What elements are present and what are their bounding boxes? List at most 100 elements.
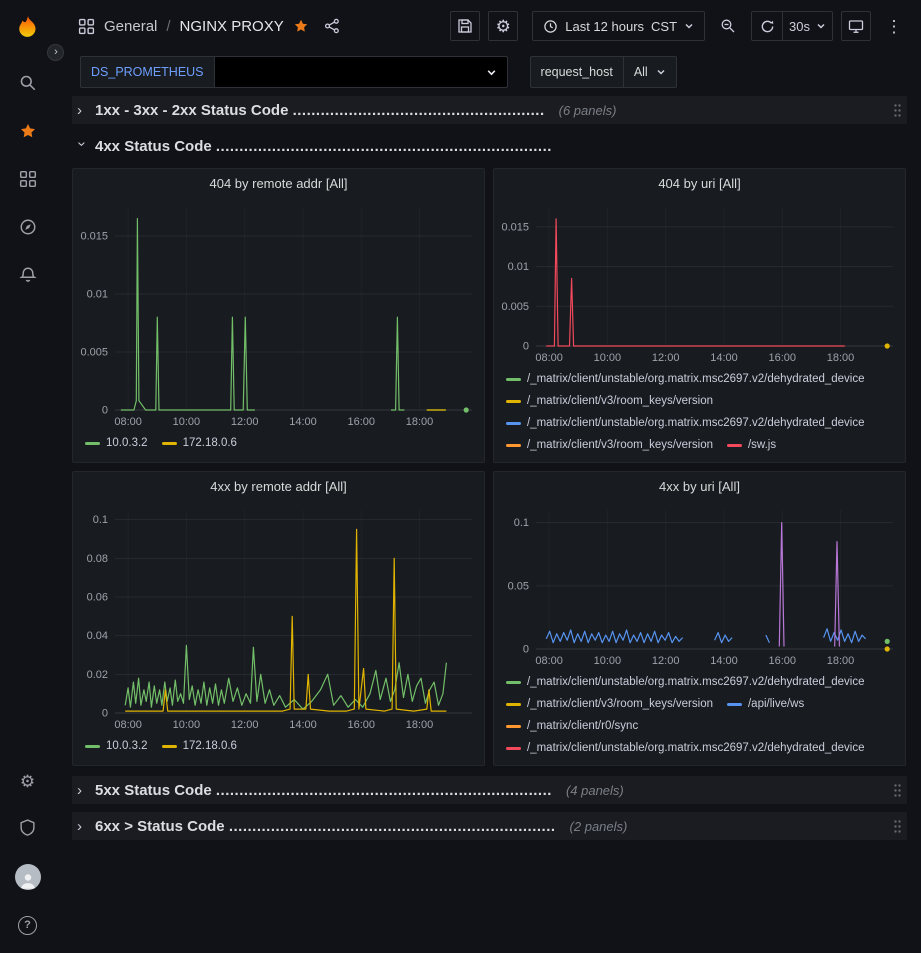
breadcrumb: General / NGINX PROXY [78, 18, 340, 35]
sidebar-item-profile[interactable] [8, 857, 48, 897]
row-1xx-3xx-2xx[interactable]: › 1xx - 3xx - 2xx Status Code ..........… [72, 96, 907, 124]
legend-item[interactable]: 10.0.3.2 [85, 437, 148, 449]
svg-text:10:00: 10:00 [173, 416, 201, 428]
legend-item[interactable]: 172.18.0.6 [162, 437, 237, 449]
chevron-down-icon: › [75, 141, 90, 151]
sidebar-item-alerting[interactable] [8, 256, 48, 296]
time-series-chart[interactable]: 00.050.108:0010:0012:0014:0016:0018:00 [494, 500, 905, 669]
time-range-picker[interactable]: Last 12 hours CST [532, 11, 705, 41]
refresh-button[interactable] [752, 12, 782, 40]
legend-series-label: 10.0.3.2 [106, 437, 148, 449]
legend-item[interactable]: /_matrix/client/unstable/org.matrix.msc2… [506, 417, 865, 429]
row-panel-count: (6 panels) [559, 103, 617, 118]
row-panel-count: (4 panels) [566, 783, 624, 798]
breadcrumb-separator: / [166, 18, 170, 35]
row-5xx[interactable]: › 5xx Status Code ......................… [72, 776, 907, 804]
save-dashboard-button[interactable] [450, 11, 480, 41]
sidebar-item-starred[interactable] [8, 112, 48, 152]
svg-text:0.015: 0.015 [80, 231, 108, 243]
svg-text:0.05: 0.05 [508, 580, 529, 592]
tv-mode-button[interactable] [841, 11, 871, 41]
sidebar-item-server-admin[interactable] [8, 809, 48, 849]
dashboard-settings-button[interactable]: ⚙ [488, 11, 518, 41]
dashboard-title[interactable]: NGINX PROXY [180, 18, 284, 35]
legend-series-label: /api/live/ws [748, 698, 804, 710]
legend-item[interactable]: /sw.js [727, 439, 776, 451]
legend-item[interactable]: /_matrix/client/v3/room_keys/version [506, 439, 713, 451]
dashboard-canvas: › 1xx - 3xx - 2xx Status Code ..........… [55, 92, 921, 953]
monitor-icon [848, 18, 864, 34]
legend-item[interactable]: /_matrix/client/v3/room_keys/version [506, 698, 713, 710]
row-4xx[interactable]: › 4xx Status Code ......................… [72, 132, 907, 160]
svg-text:08:00: 08:00 [535, 655, 563, 667]
legend-item[interactable]: /_matrix/client/unstable/org.matrix.msc2… [506, 742, 865, 754]
svg-text:0: 0 [102, 708, 108, 720]
sidebar-item-configuration[interactable]: ⚙ [8, 761, 48, 801]
legend-item[interactable]: /_matrix/client/r0/sync [506, 720, 638, 732]
svg-text:0.015: 0.015 [501, 221, 529, 233]
legend-item[interactable]: 172.18.0.6 [162, 740, 237, 752]
svg-text:16:00: 16:00 [768, 655, 796, 667]
zoom-out-button[interactable] [713, 11, 743, 41]
chart-legend: /_matrix/client/unstable/org.matrix.msc2… [494, 669, 905, 765]
star-icon [19, 122, 37, 143]
save-icon [457, 18, 473, 34]
kebab-icon: ⋮ [886, 18, 903, 35]
legend-series-label: 172.18.0.6 [183, 740, 237, 752]
legend-series-color [506, 400, 521, 403]
sidebar-item-explore[interactable] [8, 208, 48, 248]
legend-item[interactable]: /api/live/ws [727, 698, 804, 710]
refresh-interval-label: 30s [789, 19, 810, 34]
row-title: 1xx - 3xx - 2xx Status Code ............… [95, 102, 545, 119]
sidebar-item-dashboards[interactable] [8, 160, 48, 200]
variable-request-host-label[interactable]: request_host [530, 56, 624, 88]
legend-item[interactable]: /_matrix/client/unstable/org.matrix.msc2… [506, 676, 865, 688]
legend-item[interactable]: /_matrix/client/unstable/org.matrix.msc2… [506, 373, 865, 385]
time-series-chart[interactable]: 00.0050.010.01508:0010:0012:0014:0016:00… [73, 197, 484, 430]
svg-text:10:00: 10:00 [173, 719, 201, 731]
legend-item[interactable]: 10.0.3.2 [85, 740, 148, 752]
apps-grid-icon[interactable] [78, 18, 95, 35]
legend-series-color [506, 747, 521, 750]
legend-series-color [727, 444, 742, 447]
panel-title[interactable]: 4xx by remote addr [All] [73, 472, 484, 500]
kebab-menu-button[interactable]: ⋮ [879, 11, 909, 41]
svg-text:0.01: 0.01 [87, 289, 108, 301]
svg-text:08:00: 08:00 [535, 352, 563, 364]
drag-handle-icon[interactable] [893, 103, 902, 118]
drag-handle-icon[interactable] [893, 819, 902, 834]
row-title: 5xx Status Code ........................… [95, 782, 552, 799]
drag-handle-icon[interactable] [893, 783, 902, 798]
sidebar-item-search[interactable] [8, 64, 48, 104]
grafana-logo[interactable] [13, 8, 43, 52]
sidebar-expand-button[interactable]: › [47, 44, 64, 61]
breadcrumb-folder[interactable]: General [104, 18, 157, 35]
panel-title[interactable]: 404 by uri [All] [494, 169, 905, 197]
svg-text:08:00: 08:00 [114, 719, 142, 731]
chevron-right-icon: › [77, 783, 87, 798]
panel-title[interactable]: 404 by remote addr [All] [73, 169, 484, 197]
chart-legend: 10.0.3.2 172.18.0.6 [73, 430, 484, 462]
refresh-interval-dropdown[interactable]: 30s [782, 12, 832, 40]
clock-icon [543, 19, 558, 34]
variable-request-host-value[interactable]: All [624, 56, 677, 88]
variable-ds-prometheus-label[interactable]: DS_PROMETHEUS [80, 56, 214, 88]
legend-series-color [727, 703, 742, 706]
share-icon[interactable] [324, 18, 340, 34]
svg-text:12:00: 12:00 [652, 655, 680, 667]
panel-title[interactable]: 4xx by uri [All] [494, 472, 905, 500]
variable-ds-prometheus-value[interactable] [214, 56, 508, 88]
svg-text:16:00: 16:00 [347, 719, 375, 731]
time-series-chart[interactable]: 00.020.040.060.080.108:0010:0012:0014:00… [73, 500, 484, 733]
legend-item[interactable]: /_matrix/client/v3/room_keys/version [506, 395, 713, 407]
sidebar-item-help[interactable]: ? [8, 905, 48, 945]
row-6xx[interactable]: › 6xx > Status Code ....................… [72, 812, 907, 840]
legend-series-label: /sw.js [748, 439, 776, 451]
favorite-star-icon[interactable] [293, 18, 309, 34]
time-series-chart[interactable]: 00.0050.010.01508:0010:0012:0014:0016:00… [494, 197, 905, 366]
svg-text:0: 0 [102, 405, 108, 417]
variable-request-host-text: All [634, 65, 648, 79]
panel-404-by-remote-addr: 404 by remote addr [All] 00.0050.010.015… [72, 168, 485, 463]
legend-series-label: /_matrix/client/unstable/org.matrix.msc2… [527, 676, 865, 688]
legend-series-color [506, 725, 521, 728]
